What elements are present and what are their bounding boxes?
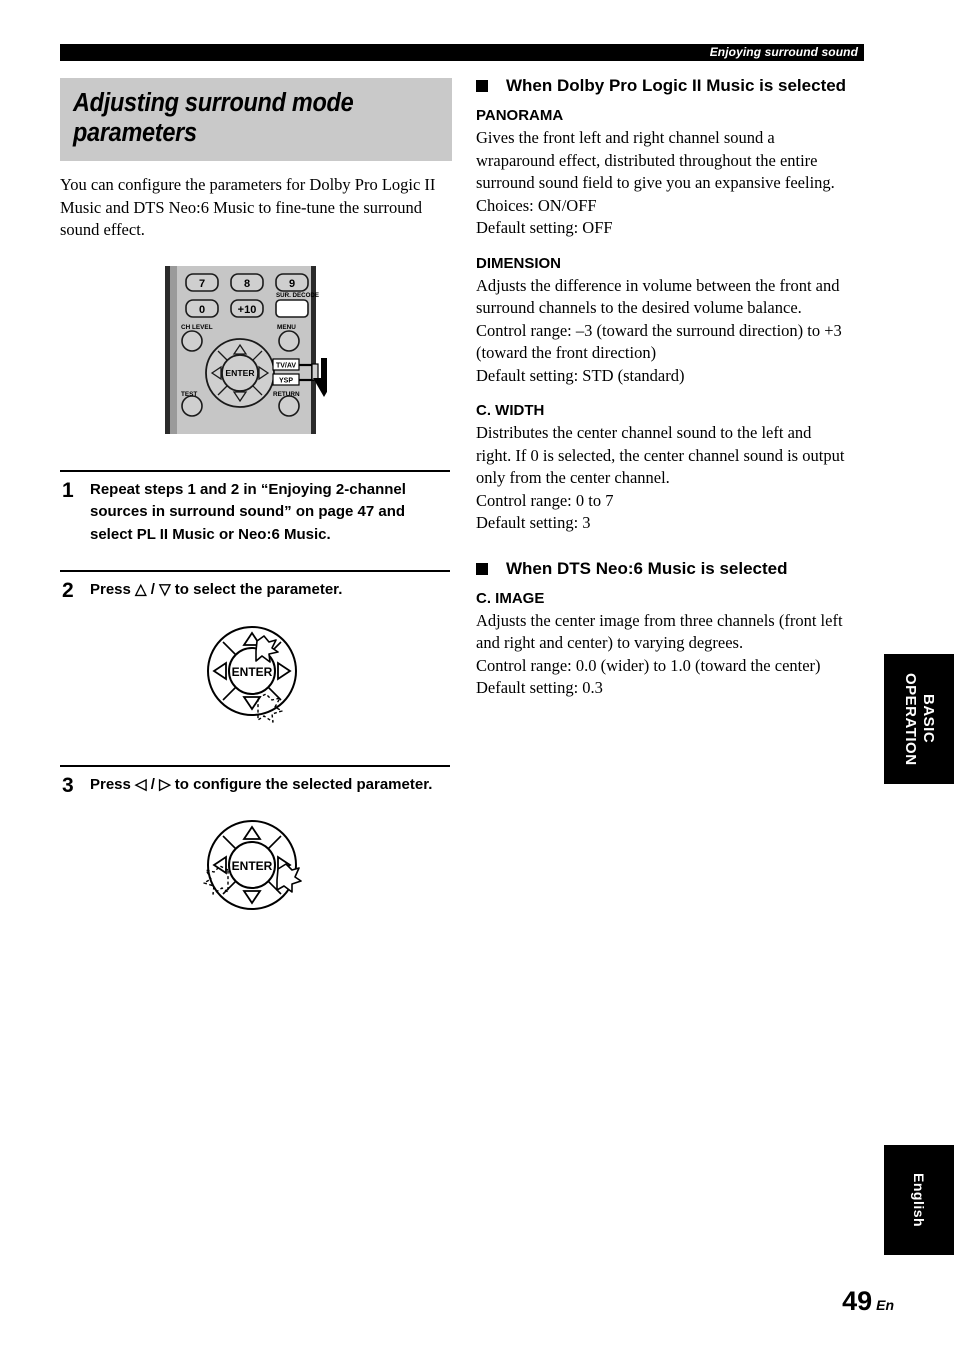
remote-key-0: 0	[199, 304, 205, 316]
param-cwidth-choices: Control range: 0 to 7	[476, 490, 614, 510]
page-number-suffix: En	[876, 1297, 894, 1313]
remote-menu-button	[278, 329, 300, 352]
remote-test-button	[181, 394, 203, 417]
remote-slider-handle	[311, 362, 319, 381]
side-tab-basic-operation-label: BASIC OPERATION	[902, 672, 937, 766]
param-cimage-name: C. IMAGE	[476, 589, 545, 607]
step-3-text-after: to configure the selected parameter.	[170, 775, 433, 793]
step-2-text-before: Press	[90, 581, 136, 598]
remote-return-button	[278, 394, 300, 417]
remote-sur-decode-label: SUR. DECODE	[276, 292, 319, 299]
step-3-number: 3	[62, 773, 74, 797]
step-3-figure: ENTER	[200, 810, 450, 930]
pad-enter-label: ENTER	[232, 859, 273, 873]
step-2-text-after: to select the parameter.	[170, 581, 343, 598]
param-dimension-default: Default setting: STD (standard)	[476, 365, 685, 385]
param-dimension-choices: Control range: –3 (toward the surround d…	[476, 320, 842, 363]
page-number: 49 En	[842, 1288, 894, 1319]
intro-paragraph: You can configure the parameters for Dol…	[60, 175, 436, 239]
remote-ysp-label: YSP	[279, 377, 293, 384]
step-2: 2 Press △ / ▽ to select the parameter. E…	[60, 570, 450, 741]
step-1: 1 Repeat steps 1 and 2 in “Enjoying 2-ch…	[60, 469, 450, 547]
remote-ch-level-button	[181, 329, 203, 352]
param-panorama: PANORAMA Gives the front left and right …	[476, 106, 868, 240]
nav-pad-updown-illustration: ENTER	[207, 625, 297, 723]
step-3-text-before: Press	[90, 775, 136, 793]
nav-pad-leftright-illustration: ENTER	[203, 820, 302, 910]
section-heading-dolby-text: When Dolby Pro Logic II Music is selecte…	[506, 76, 847, 95]
square-bullet-icon	[476, 562, 488, 575]
page-number-value: 49	[842, 1286, 873, 1316]
square-bullet-icon	[476, 80, 488, 92]
remote-enter-label: ENTER	[225, 368, 255, 378]
param-cimage: C. IMAGE Adjusts the center image from t…	[476, 589, 868, 700]
running-head-bar: Enjoying surround sound	[60, 44, 864, 61]
step-2-number: 2	[62, 579, 74, 602]
remote-key-plus10: +10	[238, 304, 257, 316]
param-cimage-description: Adjusts the center image from three chan…	[476, 610, 843, 653]
remote-tvav-label: TV/AV	[276, 362, 296, 369]
left-column: Adjusting surround mode parameters You c…	[60, 78, 452, 930]
param-cwidth: C. WIDTH Distributes the center channel …	[476, 401, 868, 535]
param-panorama-description: Gives the front left and right channel s…	[476, 128, 835, 192]
param-panorama-name: PANORAMA	[476, 107, 564, 124]
remote-control-illustration: 7 8 9 0 +10 SUR. DECODE CH LEVEL MENU TE…	[165, 265, 327, 434]
side-tab-english: English	[884, 1145, 954, 1255]
right-column: When Dolby Pro Logic II Music is selecte…	[476, 74, 868, 700]
step-3-keys: ◁ / ▷	[135, 775, 171, 793]
section-heading-dts-text: When DTS Neo:6 Music is selected	[506, 558, 788, 578]
step-2-figure: ENTER	[200, 616, 450, 741]
remote-figure: 7 8 9 0 +10 SUR. DECODE CH LEVEL MENU TE…	[60, 265, 452, 446]
step-1-text: Repeat steps 1 and 2 in “Enjoying 2-chan…	[90, 480, 406, 543]
remote-sur-decode-button	[275, 298, 309, 318]
step-3-text: Press ◁ / ▷ to configure the selected pa…	[90, 774, 448, 797]
side-tab-english-label: English	[911, 1172, 927, 1228]
param-cwidth-name: C. WIDTH	[476, 402, 545, 419]
param-panorama-default: Default setting: OFF	[476, 218, 613, 237]
param-cimage-default: Default setting: 0.3	[476, 678, 603, 697]
param-dimension: DIMENSION Adjusts the difference in volu…	[476, 254, 868, 388]
remote-ch-level-label: CH LEVEL	[181, 324, 213, 331]
step-2-text: Press △ / ▽ to select the parameter.	[90, 579, 448, 602]
side-tab-basic-operation: BASIC OPERATION	[884, 654, 954, 784]
remote-key-9: 9	[289, 278, 295, 290]
param-dimension-description: Adjusts the difference in volume between…	[476, 275, 840, 318]
step-3: 3 Press ◁ / ▷ to configure the selected …	[60, 764, 450, 931]
param-cimage-choices: Control range: 0.0 (wider) to 1.0 (towar…	[476, 655, 821, 675]
section-heading-dolby: When Dolby Pro Logic II Music is selecte…	[476, 74, 868, 97]
section-title-band: Adjusting surround mode parameters	[60, 78, 452, 161]
param-panorama-choices: Choices: ON/OFF	[476, 195, 597, 215]
step-1-number: 1	[62, 478, 74, 502]
remote-menu-label: MENU	[277, 324, 296, 331]
remote-return-label: RETURN	[273, 391, 300, 398]
section-heading-dts: When DTS Neo:6 Music is selected	[476, 557, 868, 580]
remote-key-8: 8	[244, 278, 250, 290]
remote-test-label: TEST	[181, 391, 197, 398]
running-head-text: Enjoying surround sound	[709, 45, 858, 59]
pad-enter-label: ENTER	[232, 665, 273, 679]
param-cwidth-description: Distributes the center channel sound to …	[476, 423, 845, 487]
param-cwidth-default: Default setting: 3	[476, 513, 591, 532]
param-dimension-name: DIMENSION	[476, 254, 562, 272]
step-2-keys: △ / ▽	[135, 581, 171, 598]
page-title: Adjusting surround mode parameters	[73, 89, 354, 147]
remote-key-7: 7	[199, 278, 205, 290]
hand-cursor-solid-icon	[276, 863, 302, 893]
